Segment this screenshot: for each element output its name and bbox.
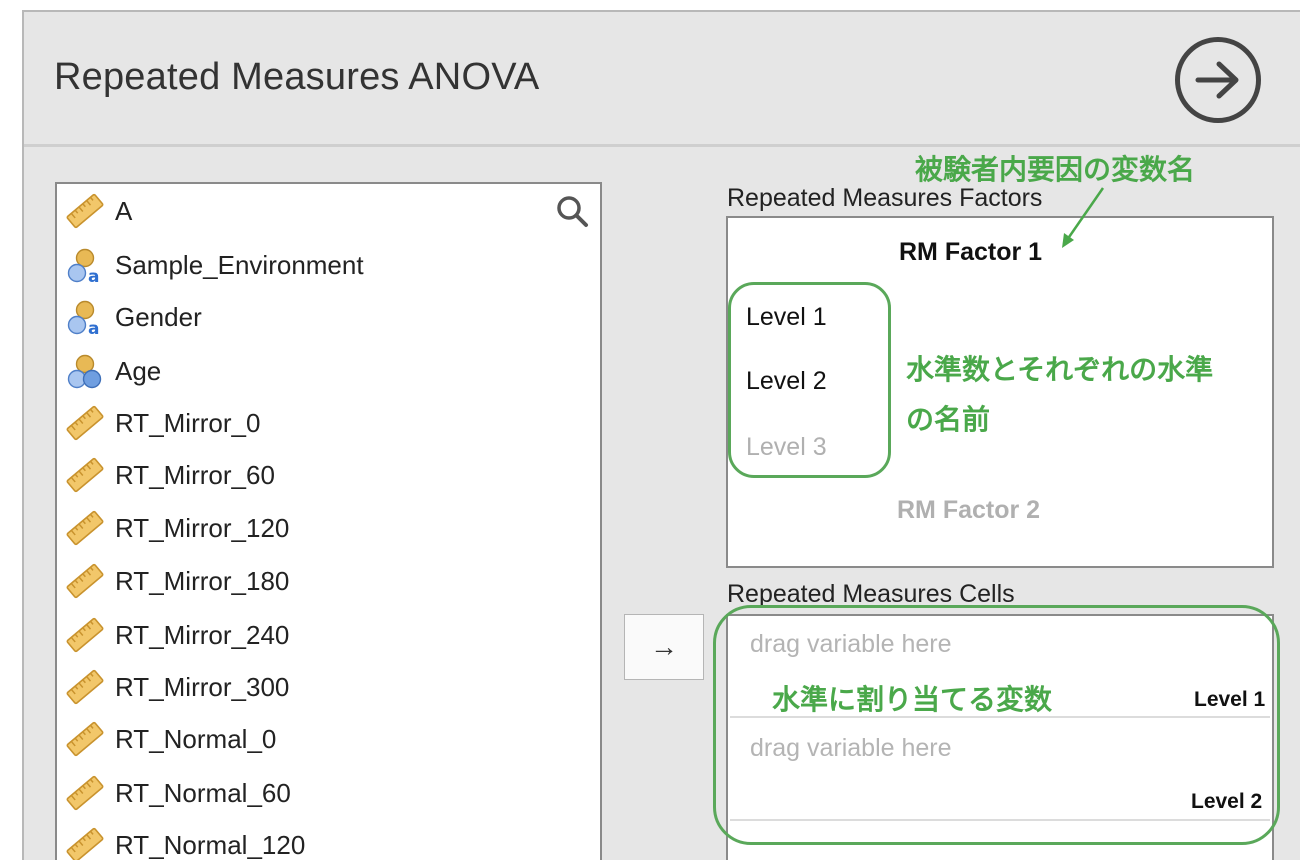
variable-item[interactable]: RT_Normal_120 bbox=[66, 825, 305, 860]
variable-name: Age bbox=[115, 355, 162, 386]
variable-item[interactable]: RT_Mirror_120 bbox=[66, 508, 289, 548]
variable-name: A bbox=[115, 195, 133, 226]
arrow-right-icon: → bbox=[650, 631, 678, 662]
variable-name: RT_Mirror_240 bbox=[115, 619, 290, 650]
nominal-text-icon: a bbox=[66, 246, 104, 287]
annotation-levels-line2: の名前 bbox=[906, 403, 991, 436]
ruler-icon bbox=[66, 404, 104, 442]
variable-name: RT_Mirror_300 bbox=[115, 671, 290, 702]
ruler-icon bbox=[66, 456, 104, 494]
variable-name: RT_Mirror_120 bbox=[115, 512, 290, 543]
rm-level-1[interactable]: Level 1 bbox=[746, 303, 827, 332]
annotation-cells: 水準に割り当てる変数 bbox=[772, 683, 1053, 716]
variable-name: Gender bbox=[115, 301, 202, 332]
rm-factor-2-placeholder[interactable]: RM Factor 2 bbox=[897, 496, 1040, 525]
rm-level-2[interactable]: Level 2 bbox=[746, 367, 827, 396]
rm-level-3-placeholder[interactable]: Level 3 bbox=[746, 433, 827, 462]
variable-name: RT_Normal_0 bbox=[115, 723, 277, 754]
move-variable-button[interactable]: → bbox=[624, 614, 704, 680]
ruler-icon bbox=[66, 668, 104, 706]
svg-text:a: a bbox=[88, 319, 99, 336]
ruler-icon bbox=[66, 562, 104, 600]
rm-cells-label: Repeated Measures Cells bbox=[727, 580, 1015, 608]
ruler-icon bbox=[66, 616, 104, 654]
cell-1-drop-target[interactable]: drag variable here bbox=[750, 630, 952, 659]
variable-name: RT_Mirror_0 bbox=[115, 407, 261, 438]
variable-name: RT_Normal_120 bbox=[115, 829, 306, 860]
dialog-title: Repeated Measures ANOVA bbox=[54, 56, 540, 98]
ruler-icon bbox=[66, 826, 104, 860]
nominal-text-icon: a bbox=[66, 298, 104, 339]
cell-2-drop-target[interactable]: drag variable here bbox=[750, 734, 952, 763]
rm-factor-1-name[interactable]: RM Factor 1 bbox=[899, 238, 1042, 267]
variable-name: RT_Mirror_180 bbox=[115, 565, 290, 596]
variable-item[interactable]: Age bbox=[66, 351, 161, 391]
nominal-icon bbox=[66, 352, 104, 390]
variable-name: RT_Normal_60 bbox=[115, 777, 291, 808]
annotation-levels-line1: 水準数とそれぞれの水準 bbox=[906, 353, 1214, 386]
arrow-right-icon bbox=[1195, 61, 1239, 99]
cell-1-level-label: Level 1 bbox=[1194, 688, 1266, 711]
run-button[interactable] bbox=[1175, 37, 1261, 123]
annotation-factor-name: 被験者内要因の変数名 bbox=[915, 153, 1196, 186]
header-divider bbox=[24, 144, 1300, 147]
variable-item[interactable]: RT_Mirror_0 bbox=[66, 403, 260, 443]
variable-item[interactable]: a Gender bbox=[66, 297, 202, 339]
ruler-icon bbox=[66, 774, 104, 812]
variable-name: Sample_Environment bbox=[115, 249, 364, 280]
variable-item[interactable]: RT_Normal_60 bbox=[66, 773, 291, 813]
cell-divider bbox=[730, 819, 1270, 821]
variable-item[interactable]: RT_Mirror_240 bbox=[66, 615, 289, 655]
variable-item[interactable]: RT_Mirror_60 bbox=[66, 455, 275, 495]
rm-factors-label: Repeated Measures Factors bbox=[727, 184, 1043, 212]
search-icon[interactable] bbox=[555, 194, 589, 228]
ruler-icon bbox=[66, 192, 104, 230]
variable-item[interactable]: RT_Mirror_180 bbox=[66, 561, 289, 601]
variable-name: RT_Mirror_60 bbox=[115, 459, 275, 490]
variable-item[interactable]: RT_Mirror_300 bbox=[66, 667, 289, 707]
variable-item[interactable]: RT_Normal_0 bbox=[66, 719, 276, 759]
ruler-icon bbox=[66, 720, 104, 758]
cell-2-level-label: Level 2 bbox=[1191, 790, 1263, 813]
variable-item[interactable]: A bbox=[66, 191, 132, 231]
svg-text:a: a bbox=[88, 267, 99, 284]
variable-item[interactable]: a Sample_Environment bbox=[66, 245, 364, 287]
ruler-icon bbox=[66, 509, 104, 547]
